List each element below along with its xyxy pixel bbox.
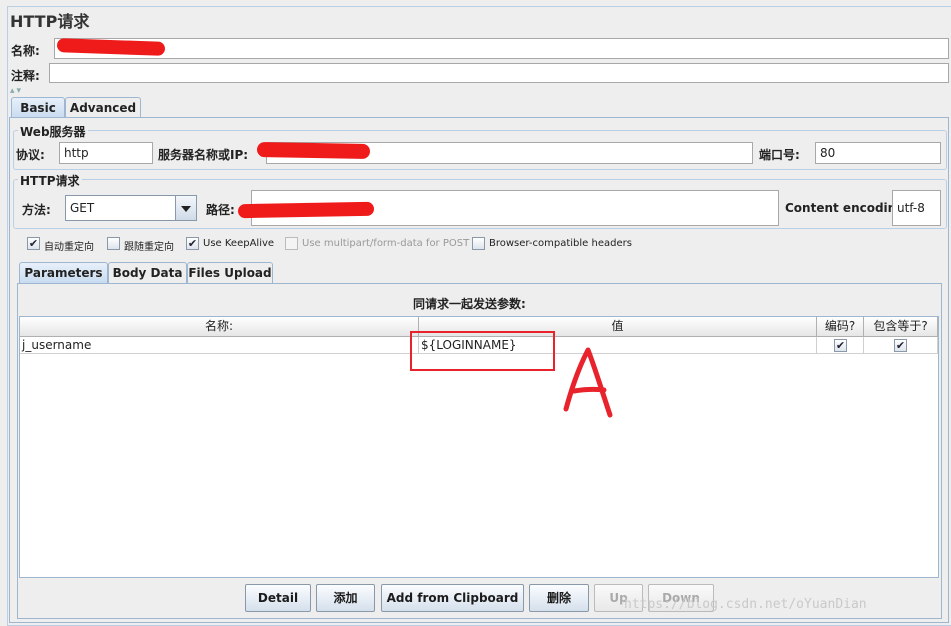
server-label: 服务器名称或IP: <box>158 148 249 162</box>
param-name-cell[interactable]: j_username <box>20 337 419 354</box>
add-from-clipboard-button[interactable]: Add from Clipboard <box>381 584 524 612</box>
multipart-checkbox[interactable] <box>285 237 298 250</box>
column-header-include-equals[interactable]: 包含等于? <box>864 317 938 337</box>
param-encode-cell[interactable]: ✔ <box>817 337 864 354</box>
tab-advanced[interactable]: Advanced <box>65 97 141 118</box>
split-handle[interactable]: ▴▾ <box>10 86 23 96</box>
follow-redirect-label: 自动重定向 <box>44 242 94 253</box>
encoding-label: Content encoding: <box>785 201 910 215</box>
browser-headers-label: Browser-compatible headers <box>489 238 632 249</box>
method-label: 方法: <box>22 203 51 217</box>
protocol-label: 协议: <box>16 148 45 162</box>
redirect-label: 跟随重定向 <box>124 242 174 253</box>
comment-label: 注释: <box>11 69 40 83</box>
comment-field[interactable] <box>49 63 949 83</box>
tab-files-upload[interactable]: Files Upload <box>187 262 273 283</box>
panel-title: HTTP请求 <box>10 12 90 31</box>
encoding-field[interactable]: utf-8 <box>892 190 941 226</box>
http-request-title: HTTP请求 <box>18 172 82 189</box>
detail-button[interactable]: Detail <box>245 584 311 612</box>
tab-basic[interactable]: Basic <box>11 97 65 118</box>
multipart-label: Use multipart/form-data for POST <box>302 238 470 249</box>
include-equals-checkbox[interactable]: ✔ <box>894 339 907 352</box>
keepalive-label: Use KeepAlive <box>203 238 275 249</box>
tab-body-data[interactable]: Body Data <box>108 262 187 283</box>
column-header-encode[interactable]: 编码? <box>817 317 864 337</box>
watermark: https://blog.csdn.net/oYuanDian <box>624 597 867 612</box>
protocol-field[interactable]: http <box>59 142 153 164</box>
annotation-box <box>410 331 555 371</box>
browser-headers-checkbox[interactable] <box>472 237 485 250</box>
name-field[interactable] <box>54 38 949 59</box>
delete-button[interactable]: 删除 <box>529 584 589 612</box>
follow-redirect-checkbox[interactable]: ✔ <box>27 237 40 250</box>
chevron-down-icon[interactable] <box>175 196 196 220</box>
path-label: 路径: <box>206 203 235 217</box>
keepalive-checkbox[interactable]: ✔ <box>186 237 199 250</box>
method-select[interactable]: GET <box>65 195 197 221</box>
method-value: GET <box>70 201 95 215</box>
column-header-name[interactable]: 名称: <box>20 317 419 337</box>
params-caption: 同请求一起发送参数: <box>413 297 526 311</box>
encode-checkbox[interactable]: ✔ <box>834 339 847 352</box>
redaction-mark <box>256 142 371 159</box>
annotation-letter-a <box>563 347 613 418</box>
port-field[interactable]: 80 <box>815 142 941 164</box>
name-label: 名称: <box>11 44 40 58</box>
add-button[interactable]: 添加 <box>316 584 375 612</box>
web-server-title: Web服务器 <box>18 123 88 140</box>
redaction-mark <box>237 201 375 219</box>
param-include-equals-cell[interactable]: ✔ <box>864 337 938 354</box>
redirect-checkbox[interactable] <box>107 237 120 250</box>
port-label: 端口号: <box>759 148 800 162</box>
tab-parameters[interactable]: Parameters <box>19 262 108 283</box>
